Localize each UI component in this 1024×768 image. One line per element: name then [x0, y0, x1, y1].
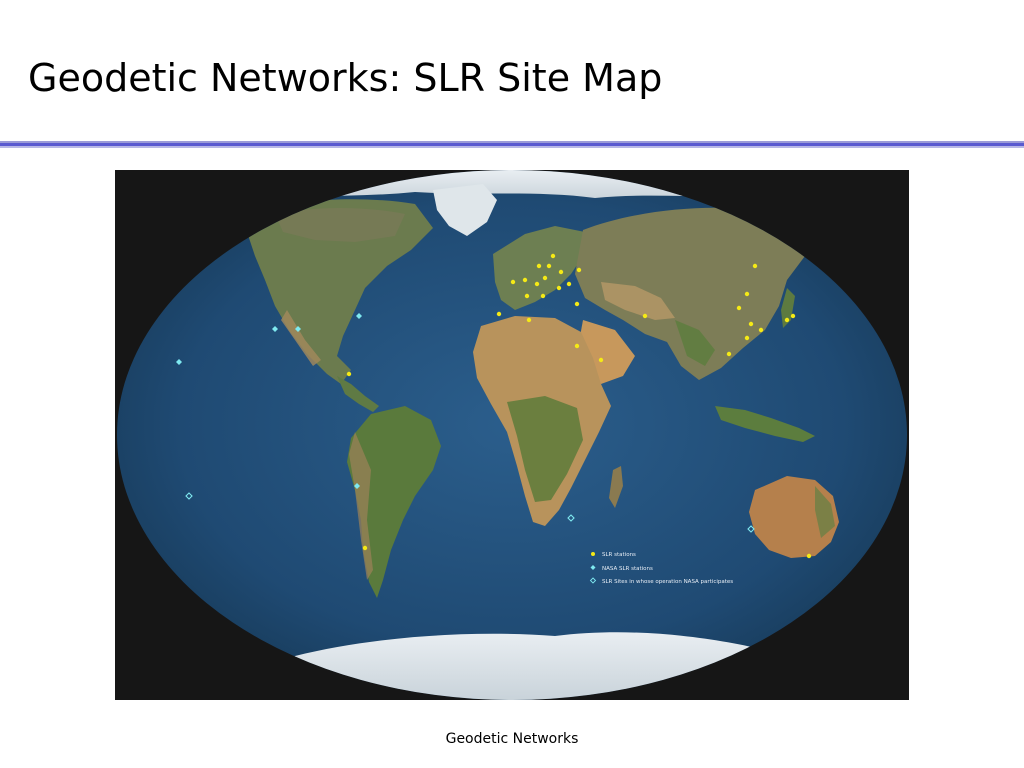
slr-station-marker — [542, 275, 548, 281]
slr-station-marker — [726, 351, 732, 357]
slr-station-marker — [574, 343, 580, 349]
slr-station-marker — [784, 317, 790, 323]
legend-label-nasa-participating: SLR Sites in whose operation NASA partic… — [602, 579, 733, 585]
slr-station-marker — [744, 335, 750, 341]
slr-station-marker — [362, 545, 368, 551]
title-divider — [0, 141, 1024, 149]
slr-station-marker — [642, 313, 648, 319]
slr-station-marker — [496, 311, 502, 317]
slr-station-marker — [346, 371, 352, 377]
new-zealand — [869, 560, 883, 584]
slr-station-marker — [510, 279, 516, 285]
slr-station-marker — [598, 357, 604, 363]
slr-station-marker — [556, 285, 562, 291]
world-map-svg: SLR stations NASA SLR stations SLR Sites… — [117, 170, 907, 700]
slide-footer: Geodetic Networks — [445, 731, 579, 747]
slr-station-marker — [526, 317, 532, 323]
legend-label-nasa-stations: NASA SLR stations — [602, 566, 653, 572]
slr-station-marker — [752, 263, 758, 269]
slide-title: Geodetic Networks: SLR Site Map — [28, 56, 663, 100]
slr-station-marker — [522, 277, 528, 283]
slr-station-marker — [576, 267, 582, 273]
slr-station-marker — [524, 293, 530, 299]
slr-station-marker — [744, 291, 750, 297]
slr-station-marker — [550, 253, 556, 259]
slr-station-marker — [574, 301, 580, 307]
slr-station-marker — [534, 281, 540, 287]
slr-station-marker — [566, 281, 572, 287]
slr-station-marker — [540, 293, 546, 299]
slr-station-marker — [536, 263, 542, 269]
slr-station-marker — [748, 321, 754, 327]
slr-station-marker — [546, 263, 552, 269]
yellow-dot-icon — [591, 552, 595, 556]
legend-label-slr-stations: SLR stations — [602, 552, 636, 558]
slr-station-marker — [558, 269, 564, 275]
slr-station-marker — [806, 553, 812, 559]
slr-station-marker — [758, 327, 764, 333]
slr-station-marker — [790, 313, 796, 319]
slr-station-marker — [736, 305, 742, 311]
slr-site-map: SLR stations NASA SLR stations SLR Sites… — [115, 170, 909, 700]
